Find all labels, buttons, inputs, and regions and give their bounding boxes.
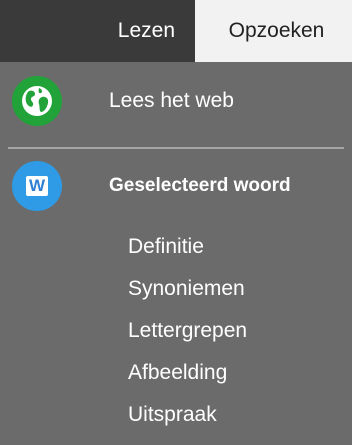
submenu-item-lettergrepen[interactable]: Lettergrepen	[128, 310, 247, 352]
submenu-item-definitie[interactable]: Definitie	[128, 226, 247, 268]
tab-bar: Lezen Opzoeken	[0, 0, 352, 62]
globe-icon-graphic	[22, 86, 52, 116]
tab-read[interactable]: Lezen	[0, 0, 195, 62]
lookup-submenu: Definitie Synoniemen Lettergrepen Afbeel…	[128, 226, 247, 436]
menu-divider	[8, 147, 344, 149]
selected-word-item[interactable]: W Geselecteerd woord	[0, 157, 352, 215]
tab-lookup-label: Opzoeken	[228, 19, 325, 42]
read-web-item[interactable]: Lees het web	[0, 72, 352, 130]
globe-icon	[12, 76, 62, 126]
submenu-item-uitspraak[interactable]: Uitspraak	[128, 394, 247, 436]
selected-word-label: Geselecteerd woord	[109, 175, 291, 196]
word-icon-letter: W	[26, 176, 48, 196]
submenu-item-afbeelding[interactable]: Afbeelding	[128, 352, 247, 394]
word-icon: W	[12, 161, 62, 211]
tab-lookup[interactable]: Opzoeken	[195, 0, 352, 62]
submenu-item-synoniemen[interactable]: Synoniemen	[128, 268, 247, 310]
tab-read-label: Lezen	[117, 19, 175, 42]
read-web-label: Lees het web	[109, 89, 234, 112]
